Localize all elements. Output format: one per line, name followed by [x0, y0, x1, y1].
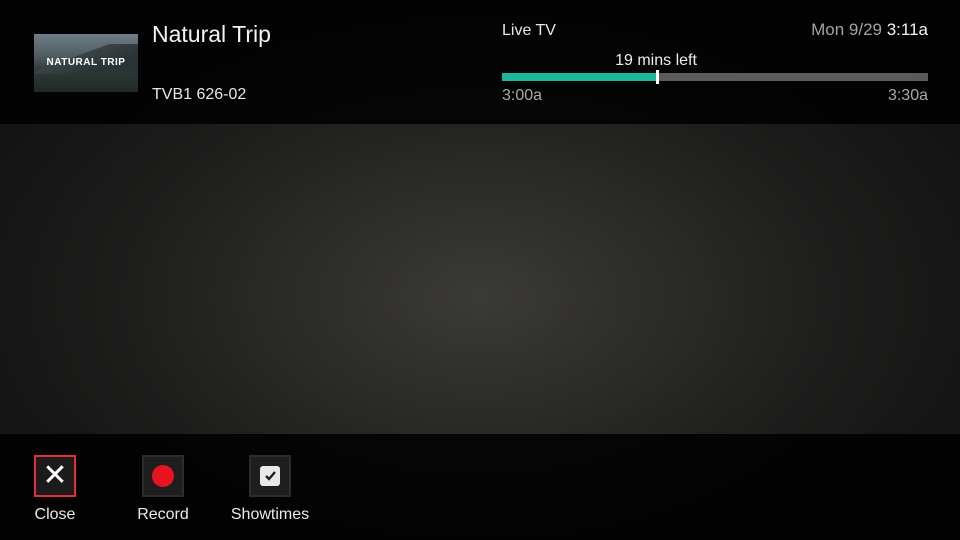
close-action[interactable]: ✕ Close [10, 455, 100, 524]
progress-bar [502, 70, 928, 84]
record-action[interactable]: Record [118, 455, 208, 524]
progress-marker [656, 70, 659, 84]
program-thumbnail: NATURAL TRIP [34, 34, 138, 92]
close-button[interactable]: ✕ [34, 455, 76, 497]
showtimes-button[interactable] [249, 455, 291, 497]
thumbnail-title: NATURAL TRIP [46, 57, 126, 68]
end-time: 3:30a [887, 87, 928, 104]
record-button[interactable] [142, 455, 184, 497]
close-icon: ✕ [42, 459, 68, 492]
start-time: 3:00a [502, 87, 543, 104]
current-time: 3:11a [886, 20, 928, 39]
record-label: Record [137, 506, 189, 523]
showtimes-label: Showtimes [230, 506, 310, 523]
program-title: Natural Trip [152, 21, 271, 47]
record-icon [152, 465, 174, 487]
progress-fill [502, 73, 657, 81]
close-label: Close [34, 506, 76, 523]
clock-icon [260, 466, 280, 486]
channel-number: TVB1 626-02 [152, 86, 247, 103]
showtimes-action[interactable]: Showtimes [225, 455, 315, 524]
current-date: Mon 9/29 [811, 20, 882, 39]
date-time: Mon 9/29 3:11a [811, 20, 928, 40]
info-bar: NATURAL TRIP Natural Trip TVB1 626-02 Li… [0, 0, 960, 124]
time-remaining: 19 mins left [615, 52, 697, 69]
live-tv-label: Live TV [502, 22, 556, 39]
